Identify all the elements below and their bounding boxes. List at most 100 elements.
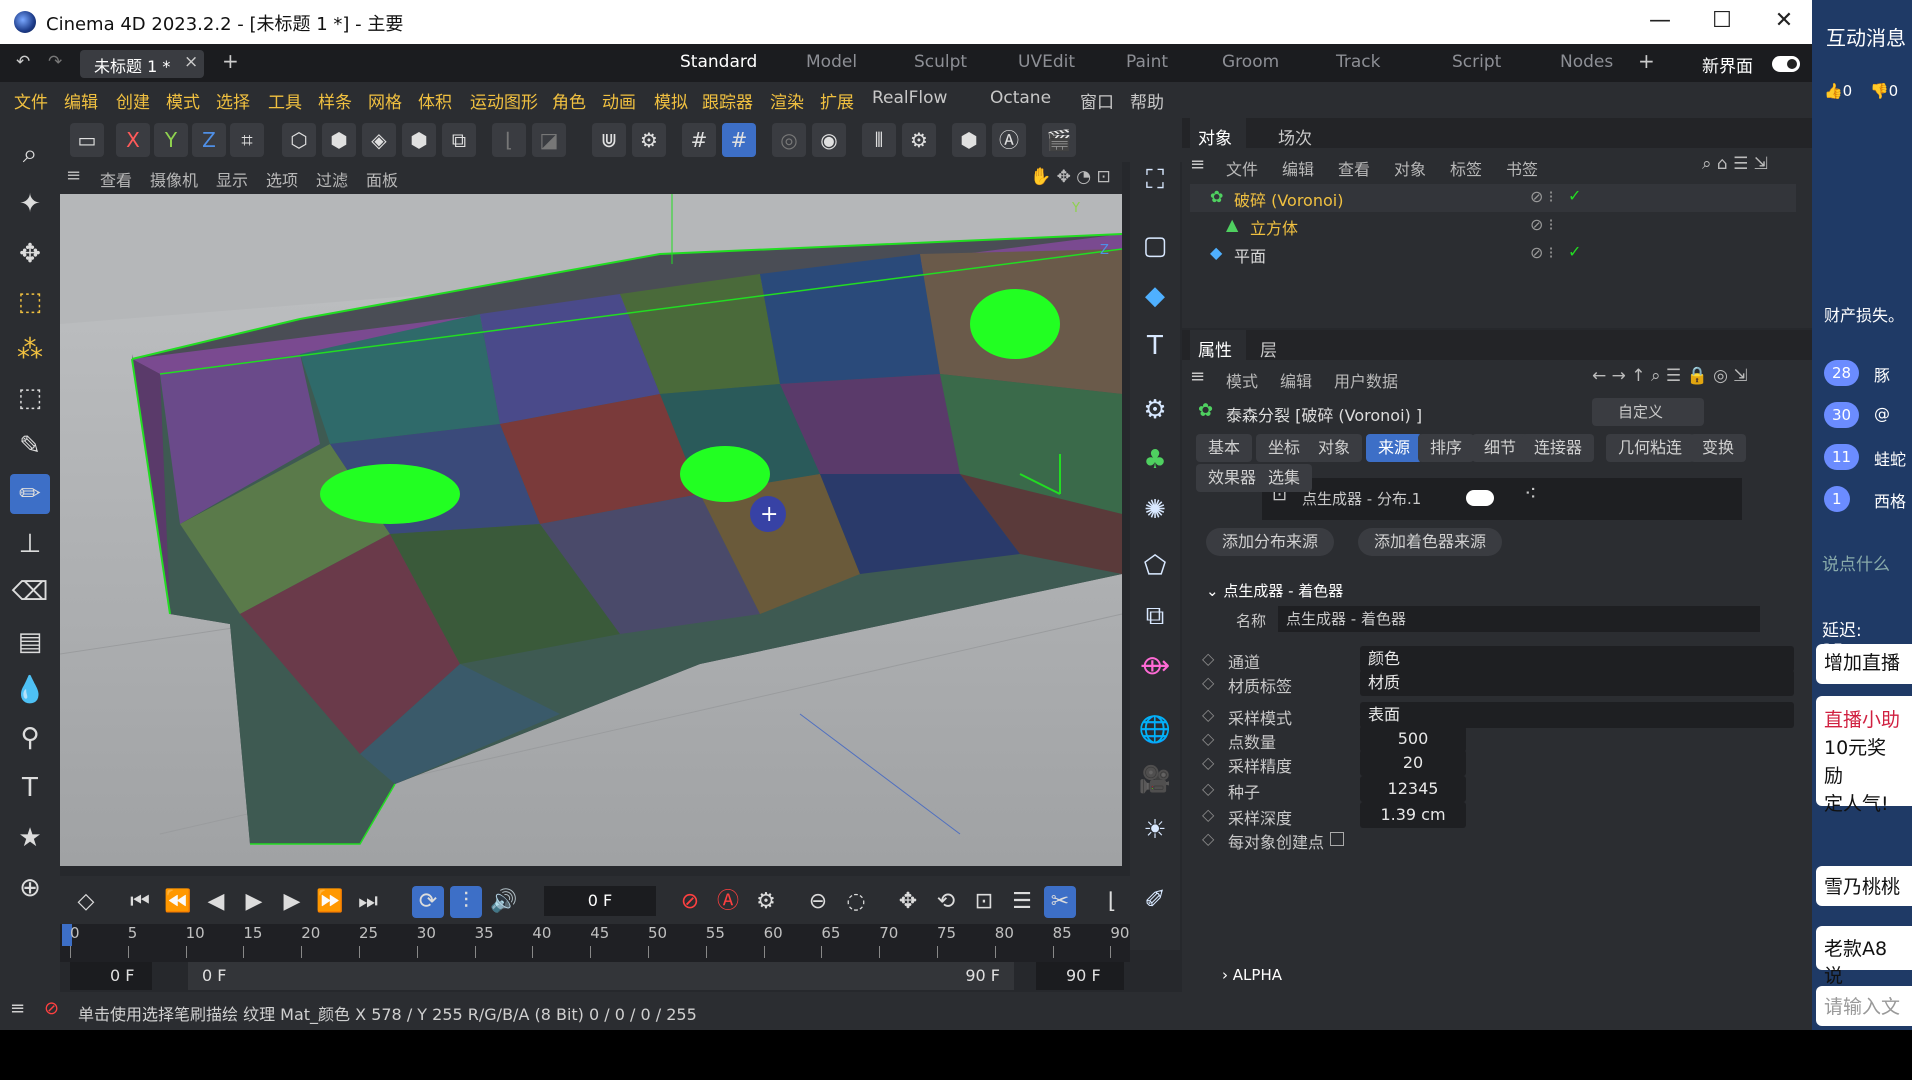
attr-subtab-10[interactable]: 选集 — [1256, 464, 1313, 492]
field-icon[interactable]: ⬠ — [1135, 546, 1175, 586]
add-shader-button[interactable]: 添加着色器来源 — [1358, 528, 1503, 556]
key-position-icon[interactable]: ⊖ — [802, 886, 834, 918]
pla-key-icon[interactable]: ✂ — [1044, 886, 1076, 918]
source-toggle[interactable] — [1466, 490, 1494, 506]
prev-key-icon[interactable]: ⏪ — [162, 886, 194, 918]
viewport-hamburger-icon[interactable]: ≡ — [66, 165, 81, 186]
go-to-end-icon[interactable]: ⏭ — [352, 886, 384, 918]
param-key-icon[interactable]: ☰ — [1006, 886, 1038, 918]
attr-subtab-0[interactable]: 基本 — [1196, 434, 1253, 462]
sound-icon[interactable]: 🔊 — [488, 886, 520, 918]
go-to-start-icon[interactable]: ⏮ — [124, 886, 156, 918]
attr-field-input[interactable]: 1.39 cm — [1360, 802, 1466, 828]
menu-6[interactable]: 样条 — [318, 88, 352, 113]
viewport-menu-0[interactable]: 查看 — [100, 167, 132, 191]
x-axis-button[interactable]: X — [116, 123, 150, 157]
prev-frame-icon[interactable]: ◀ — [200, 886, 232, 918]
menu-14[interactable]: 渲染 — [770, 88, 804, 113]
z-axis-button[interactable]: Z — [192, 123, 226, 157]
keyframe-diamond-icon[interactable]: ◇ — [1202, 729, 1214, 748]
shader-section-header[interactable]: ⌄ 点生成器 - 着色器 — [1206, 580, 1343, 601]
keyframe-diamond-icon[interactable]: ◇ — [1202, 753, 1214, 772]
object-visibility-icon[interactable]: ⊘ ⁝ — [1530, 243, 1554, 262]
menu-15[interactable]: 扩展 — [820, 88, 854, 113]
viewport-nav-icons[interactable]: ✋ ✥ ◔ ⊡ — [1030, 167, 1111, 187]
layout-tab-3[interactable]: UVEdit — [1018, 52, 1075, 72]
keyframe-diamond-icon[interactable]: ◇ — [1202, 805, 1214, 824]
live-selection-icon[interactable]: ✦ — [10, 184, 50, 224]
object-menu-2[interactable]: 查看 — [1338, 156, 1370, 180]
solo-icon[interactable]: ◎ — [772, 123, 806, 157]
attr-subtab-6[interactable]: 连接器 — [1522, 434, 1595, 462]
menu-17[interactable]: Octane — [990, 88, 1051, 108]
menu-2[interactable]: 创建 — [116, 88, 150, 113]
object-menu-3[interactable]: 对象 — [1394, 156, 1426, 180]
viewport-menu-2[interactable]: 显示 — [216, 167, 248, 191]
camera-view-icon[interactable]: ⛶ — [1135, 160, 1175, 200]
viewport-menu-3[interactable]: 选项 — [266, 167, 298, 191]
range-slider[interactable]: 0 F 90 F — [188, 962, 1014, 990]
mograph-icon[interactable]: ♣ — [1135, 440, 1175, 480]
menu-11[interactable]: 动画 — [602, 88, 636, 113]
volume-icon[interactable]: ⧉ — [1135, 596, 1175, 636]
attr-subtab-8[interactable]: 变换 — [1690, 434, 1747, 462]
attr-menu-icon[interactable]: ≡ — [1190, 366, 1205, 387]
object-enabled-check-icon[interactable]: ✓ — [1568, 186, 1581, 205]
attr-subtab-1[interactable]: 坐标 — [1256, 434, 1313, 462]
workplane-grid-icon[interactable]: # — [722, 123, 756, 157]
document-tab-close-icon[interactable]: × — [184, 52, 198, 72]
start-frame-field[interactable]: 0 F — [70, 962, 152, 990]
attr-subtab-2[interactable]: 对象 — [1306, 434, 1363, 462]
next-key-icon[interactable]: ⏩ — [314, 886, 346, 918]
move-icon[interactable]: ✥ — [10, 234, 50, 274]
object-menu-0[interactable]: 文件 — [1226, 156, 1258, 180]
brush-icon[interactable]: ✏ — [10, 474, 50, 514]
smudge-icon[interactable]: ⚲ — [10, 718, 50, 758]
keyframe-diamond-icon[interactable]: ◇ — [1202, 705, 1214, 724]
viewport-menu-1[interactable]: 摄像机 — [150, 167, 198, 191]
menu-10[interactable]: 角色 — [552, 88, 586, 113]
layout-tab-0[interactable]: Standard — [680, 52, 757, 72]
3d-viewport[interactable]: + Y Z — [60, 194, 1122, 866]
object-menu-5[interactable]: 书签 — [1506, 156, 1538, 180]
menu-1[interactable]: 编辑 — [64, 88, 98, 113]
edit-render-settings-icon[interactable]: ▭ — [70, 123, 104, 157]
attr-panel-tab-1[interactable]: 层 — [1260, 336, 1277, 361]
symmetry-settings-icon[interactable]: ⚙ — [902, 123, 936, 157]
menu-12[interactable]: 模拟 — [654, 88, 688, 113]
attr-panel-tab-0[interactable]: 属性 — [1198, 336, 1232, 361]
menu-0[interactable]: 文件 — [14, 88, 48, 113]
layout-tab-8[interactable]: Nodes — [1560, 52, 1613, 72]
environment-icon[interactable]: 🌐 — [1135, 710, 1175, 750]
close-button[interactable]: ✕ — [1764, 6, 1804, 38]
attr-subtab-7[interactable]: 几何粘连 — [1606, 434, 1695, 462]
keyframe-diamond-icon[interactable]: ◇ — [1202, 673, 1214, 692]
object-visibility-icon[interactable]: ⊘ ⁝ — [1530, 215, 1554, 234]
rectangle-select-icon[interactable]: ⬚ — [10, 282, 50, 322]
scale-key-icon[interactable]: ⊡ — [968, 886, 1000, 918]
autokey-icon[interactable]: Ⓐ — [712, 886, 744, 918]
object-row[interactable]: ◆ 平面 ⊘ ⁝ ✓ — [1190, 240, 1796, 268]
new-document-button[interactable]: + — [222, 49, 239, 73]
generator-icon[interactable]: ⚙ — [1135, 390, 1175, 430]
keyframe-diamond-icon[interactable]: ◇ — [1202, 829, 1214, 848]
attr-field-dropdown[interactable]: 材质 — [1360, 670, 1794, 696]
undo-icon[interactable]: ↶ — [16, 52, 30, 72]
add-layout-button[interactable]: + — [1638, 49, 1655, 73]
attr-field-dropdown[interactable]: 表面 — [1360, 702, 1794, 728]
grid-icon[interactable]: # — [682, 123, 716, 157]
object-row[interactable]: ✿ 破碎 (Voronoi) ⊘ ⁝ ✓ — [1190, 184, 1796, 212]
current-frame-field[interactable]: 0 F — [544, 886, 656, 916]
keyframe-diamond-icon[interactable]: ◇ — [1202, 779, 1214, 798]
uv-mode-icon[interactable]: ⧉ — [442, 123, 476, 157]
dislike-count[interactable]: 👎0 — [1870, 82, 1898, 100]
edges-mode-icon[interactable]: ⬢ — [322, 123, 356, 157]
menu-5[interactable]: 工具 — [268, 88, 302, 113]
timeline-extra-icon[interactable]: ⌊ — [1096, 886, 1128, 918]
layout-tab-2[interactable]: Sculpt — [914, 52, 967, 72]
attr-field-input[interactable]: 12345 — [1360, 776, 1466, 802]
menu-3[interactable]: 模式 — [166, 88, 200, 113]
key-settings-icon[interactable]: ⚙ — [750, 886, 782, 918]
layout-tab-5[interactable]: Groom — [1222, 52, 1279, 72]
menu-9[interactable]: 运动图形 — [470, 88, 538, 113]
